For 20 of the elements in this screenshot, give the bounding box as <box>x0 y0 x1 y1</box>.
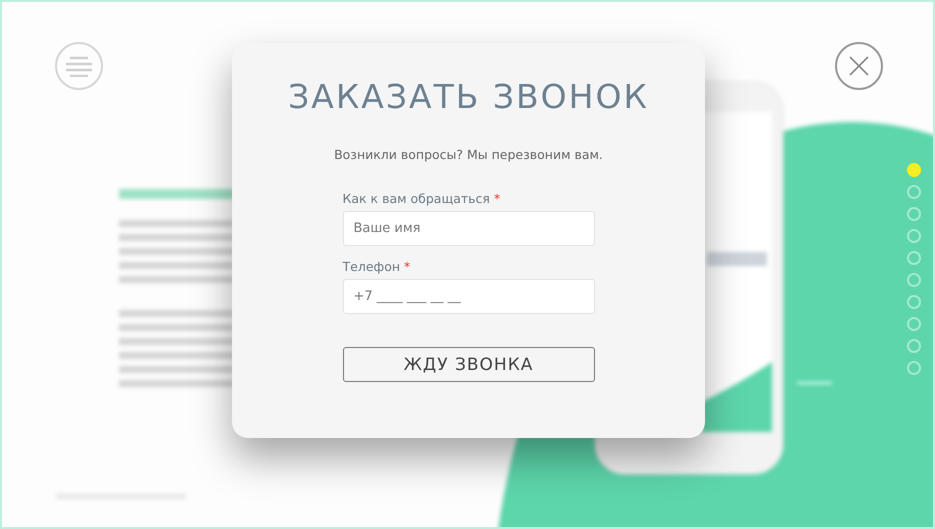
slide-dot[interactable] <box>907 295 921 309</box>
slide-dot[interactable] <box>907 339 921 353</box>
close-button[interactable] <box>835 42 883 90</box>
menu-icon <box>65 55 93 77</box>
slide-dot[interactable] <box>907 317 921 331</box>
slide-dot[interactable] <box>907 207 921 221</box>
dialog-title: ЗАКАЗАТЬ ЗВОНОК <box>288 77 649 117</box>
slide-dot[interactable] <box>907 229 921 243</box>
slide-dot[interactable] <box>907 251 921 265</box>
input-field[interactable]: +7 ____ ___ __ __ <box>342 279 594 314</box>
field-label: Телефон * <box>342 259 412 274</box>
slide-dot[interactable] <box>907 185 921 199</box>
dialog-subtitle: Возникли вопросы? Мы перезвоним вам. <box>334 147 603 162</box>
slide-dot[interactable] <box>907 273 921 287</box>
close-icon <box>849 56 869 76</box>
slide-dot[interactable] <box>907 361 921 375</box>
field-label: Как к вам обращаться * <box>342 191 502 206</box>
input-field[interactable]: Ваше имя <box>342 211 594 246</box>
menu-button[interactable] <box>55 42 103 90</box>
submit-button[interactable]: ЖДУ ЗВОНКА <box>342 347 594 382</box>
